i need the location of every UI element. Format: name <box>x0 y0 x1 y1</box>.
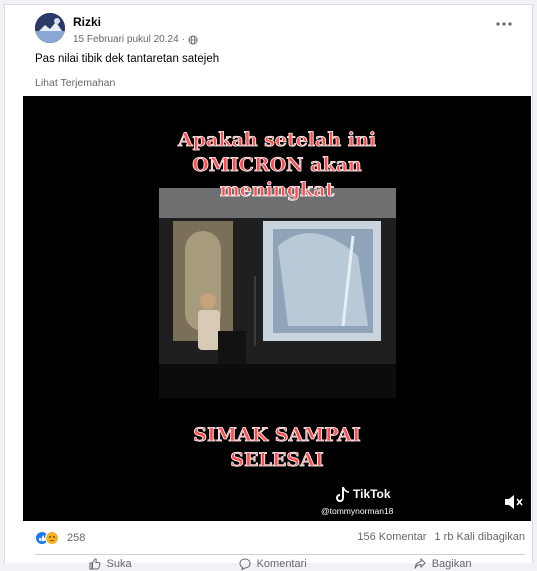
avatar-image <box>35 13 65 43</box>
post-actions-bar: Suka Komentari Bagikan <box>35 557 525 571</box>
reaction-icons <box>35 531 59 545</box>
post-text: Pas nilai tibik dek tantaretan satejeh <box>35 53 220 65</box>
post-timestamp[interactable]: 15 Februari pukul 20.24 <box>73 34 179 45</box>
more-options-button[interactable] <box>494 19 514 29</box>
caption-top-line-1: Apakah setelah ini <box>177 129 376 151</box>
reactions-summary[interactable]: 258 <box>35 531 85 545</box>
video-player[interactable]: Apakah setelah ini OMICRON akan meningka… <box>23 96 531 521</box>
globe-icon <box>188 35 198 44</box>
caption-bottom-line-1: SIMAK SAMPAI <box>193 424 361 446</box>
comment-button[interactable]: Komentari <box>239 557 307 571</box>
sad-reaction-icon <box>45 531 59 545</box>
share-icon <box>414 558 426 569</box>
video-frame: Apakah setelah ini OMICRON akan meningka… <box>23 96 531 521</box>
caption-top-line-3: meningkat <box>220 179 335 201</box>
more-dots-icon <box>496 22 512 26</box>
author-avatar[interactable] <box>35 13 65 43</box>
see-translation-link[interactable]: Lihat Terjemahan <box>35 77 115 89</box>
caption-top-line-2: OMICRON akan <box>192 154 362 176</box>
share-button[interactable]: Bagikan <box>414 557 472 571</box>
post-card: Rizki 15 Februari pukul 20.24 · Pas nila… <box>4 4 533 570</box>
reaction-count: 258 <box>67 532 86 544</box>
author-name[interactable]: Rizki <box>73 15 101 29</box>
comment-label: Komentari <box>256 558 307 570</box>
post-meta: 15 Februari pukul 20.24 · <box>73 34 198 45</box>
comment-count[interactable]: 156 Komentar <box>357 531 426 543</box>
tiktok-brand: TikTok <box>353 487 391 501</box>
share-label: Bagikan <box>431 558 472 570</box>
thumbs-up-icon <box>89 558 100 570</box>
actions-divider <box>35 554 525 555</box>
comment-icon <box>239 558 251 570</box>
like-label: Suka <box>106 558 132 570</box>
share-count[interactable]: 1 rb Kali dibagikan <box>434 531 525 543</box>
dot-separator: · <box>181 34 185 45</box>
caption-bottom-line-2: SELESAI <box>230 449 324 471</box>
engagement-counts: 156 Komentar 1 rb Kali dibagikan <box>357 531 525 543</box>
like-button[interactable]: Suka <box>89 557 132 571</box>
tiktok-username: @tommynorman18 <box>321 506 394 516</box>
post-stats: 258 156 Komentar 1 rb Kali dibagikan <box>35 531 525 549</box>
